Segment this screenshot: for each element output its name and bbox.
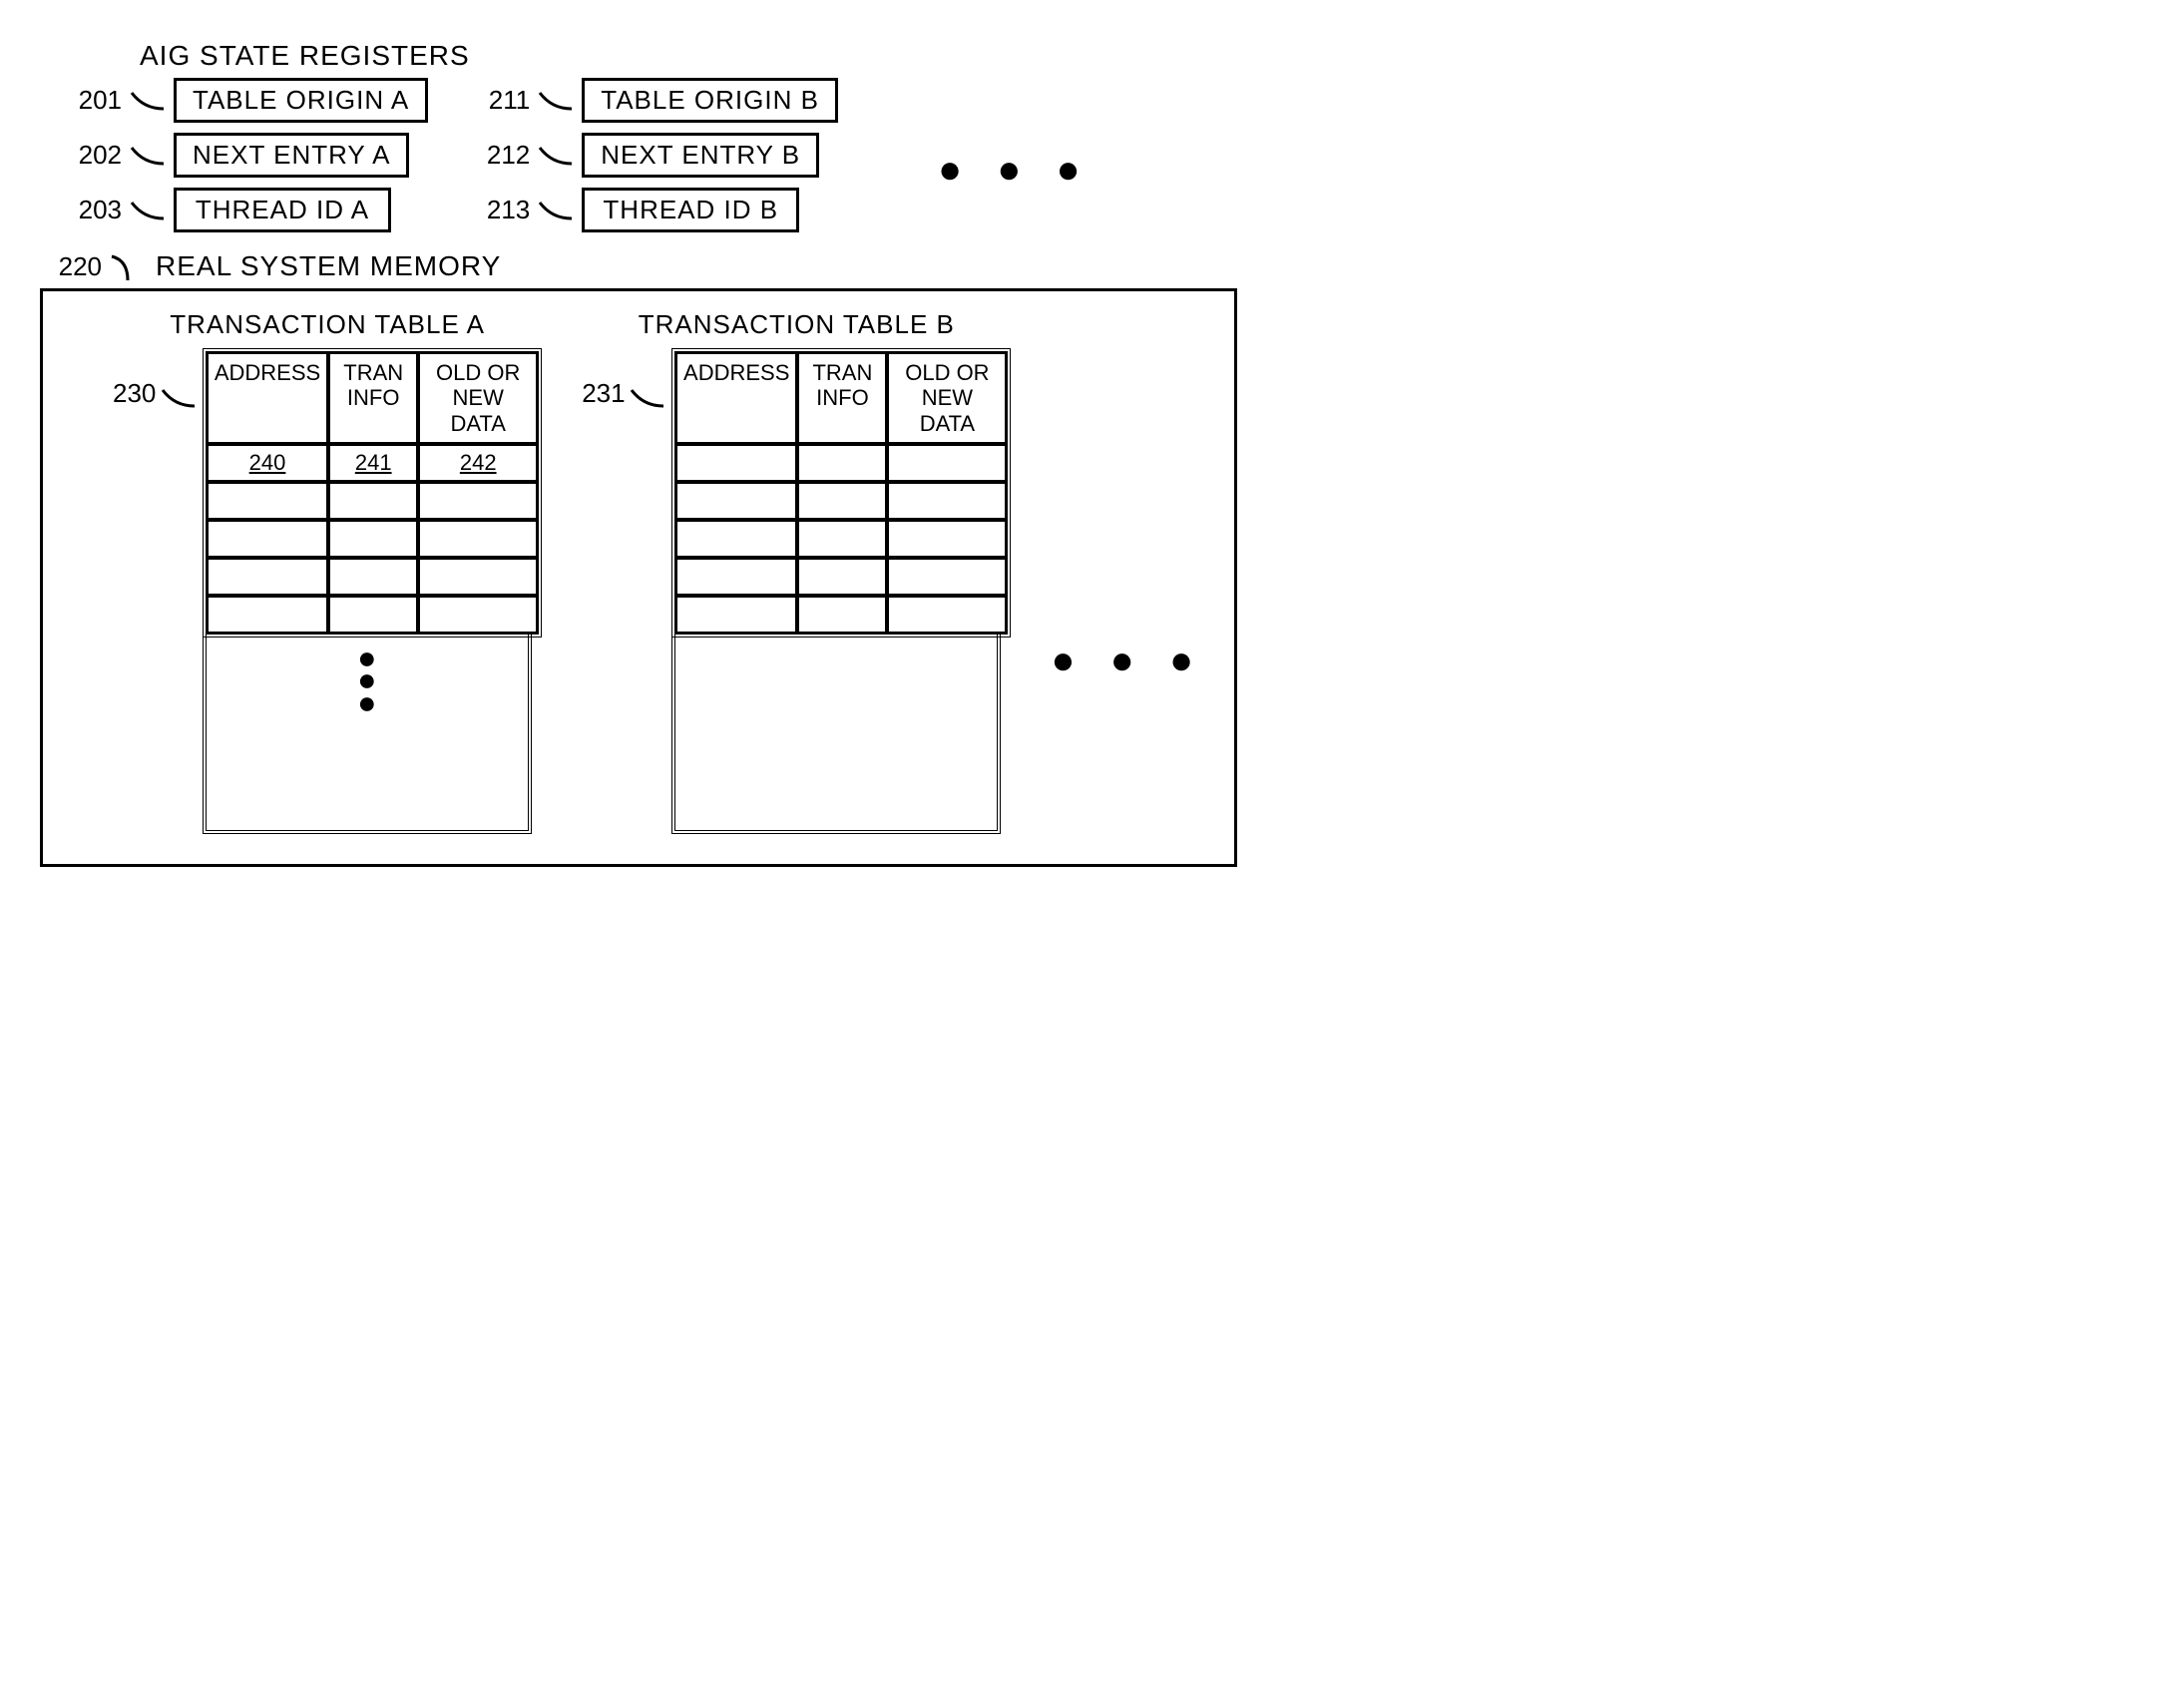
ref-label: 201 <box>60 85 122 116</box>
leader-line-icon <box>630 386 665 410</box>
ellipsis-icon: ● ● ● <box>1051 638 1205 683</box>
leader-line-icon <box>538 199 574 222</box>
transaction-table-a: ADDRESS TRAN INFO OLD OR NEW DATA 240 24… <box>203 348 542 637</box>
ellipsis-vertical-icon: ●●● <box>357 646 376 713</box>
memory-box: TRANSACTION TABLE A 230 ADDRESS TRAN INF… <box>40 288 1237 867</box>
register-row: 201 TABLE ORIGIN A <box>130 78 428 123</box>
leader-line-icon <box>130 144 166 168</box>
registers-title: AIG STATE REGISTERS <box>140 40 1237 72</box>
register-row: 211 TABLE ORIGIN B <box>468 78 838 123</box>
ref-cell: 242 <box>418 444 538 482</box>
register-box: TABLE ORIGIN A <box>174 78 428 123</box>
table-extension: ●●● <box>203 635 532 834</box>
table-header-tran: TRAN INFO <box>328 352 418 444</box>
table-row <box>675 444 1007 482</box>
aig-diagram: AIG STATE REGISTERS 201 TABLE ORIGIN A 2… <box>40 40 1237 867</box>
ref-label: 211 <box>468 85 530 116</box>
table-ref-side: 230 <box>113 348 197 410</box>
table-title: TRANSACTION TABLE B <box>639 309 955 340</box>
ref-label: 231 <box>582 378 625 408</box>
table-row <box>207 596 538 634</box>
register-column-a: 201 TABLE ORIGIN A 202 NEXT ENTRY A 203 … <box>130 78 428 232</box>
table-row <box>207 520 538 558</box>
table-header-data: OLD OR NEW DATA <box>887 352 1007 444</box>
ref-label: 212 <box>468 140 530 171</box>
table-row <box>207 558 538 596</box>
table-ref-side: 231 <box>582 348 665 410</box>
table-title: TRANSACTION TABLE A <box>170 309 485 340</box>
ellipsis-icon: ● ● ● <box>938 148 1092 193</box>
table-row: 240 241 242 <box>207 444 538 482</box>
register-row: 203 THREAD ID A <box>130 188 428 232</box>
register-box: THREAD ID A <box>174 188 391 232</box>
memory-section: 220 REAL SYSTEM MEMORY TRANSACTION TABLE… <box>40 250 1237 867</box>
ref-label: 230 <box>113 378 156 408</box>
table-row <box>675 596 1007 634</box>
registers-columns: 201 TABLE ORIGIN A 202 NEXT ENTRY A 203 … <box>130 78 1237 232</box>
register-box: NEXT ENTRY B <box>582 133 819 178</box>
register-box: THREAD ID B <box>582 188 799 232</box>
register-row: 202 NEXT ENTRY A <box>130 133 428 178</box>
register-row: 212 NEXT ENTRY B <box>468 133 838 178</box>
leader-line-icon <box>130 199 166 222</box>
table-header-data: OLD OR NEW DATA <box>418 352 538 444</box>
transaction-table-a-block: TRANSACTION TABLE A 230 ADDRESS TRAN INF… <box>113 309 542 834</box>
ref-cell: 240 <box>207 444 328 482</box>
memory-title: REAL SYSTEM MEMORY <box>156 250 501 282</box>
memory-header: 220 REAL SYSTEM MEMORY <box>40 250 1237 282</box>
table-header-tran: TRAN INFO <box>797 352 887 444</box>
leader-line-icon <box>110 252 140 282</box>
register-box: NEXT ENTRY A <box>174 133 409 178</box>
register-column-b: 211 TABLE ORIGIN B 212 NEXT ENTRY B 213 … <box>468 78 838 232</box>
transaction-table-b: ADDRESS TRAN INFO OLD OR NEW DATA <box>671 348 1011 637</box>
transaction-table-b-block: TRANSACTION TABLE B 231 ADDRESS TRAN INF… <box>582 309 1011 834</box>
leader-line-icon <box>538 144 574 168</box>
table-header-address: ADDRESS <box>675 352 797 444</box>
ref-label: 202 <box>60 140 122 171</box>
table-extension <box>671 635 1001 834</box>
table-row <box>675 558 1007 596</box>
leader-line-icon <box>538 89 574 113</box>
table-row <box>207 482 538 520</box>
register-box: TABLE ORIGIN B <box>582 78 838 123</box>
table-header-address: ADDRESS <box>207 352 328 444</box>
table-row <box>675 520 1007 558</box>
ref-cell: 241 <box>328 444 418 482</box>
registers-section: AIG STATE REGISTERS 201 TABLE ORIGIN A 2… <box>40 40 1237 232</box>
ref-label: 213 <box>468 195 530 225</box>
ref-label: 220 <box>40 251 102 282</box>
leader-line-icon <box>161 386 197 410</box>
table-row <box>675 482 1007 520</box>
leader-line-icon <box>130 89 166 113</box>
ref-label: 203 <box>60 195 122 225</box>
register-row: 213 THREAD ID B <box>468 188 838 232</box>
